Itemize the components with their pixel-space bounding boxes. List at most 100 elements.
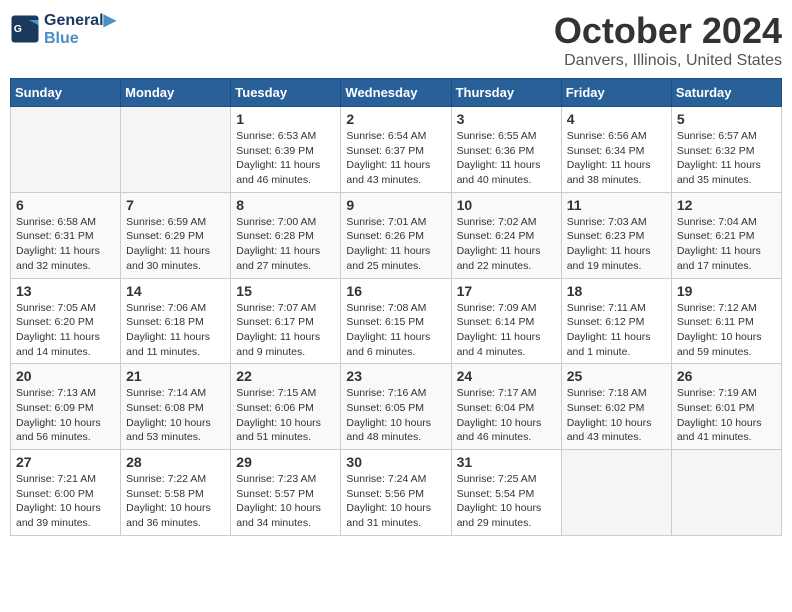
calendar-week-row: 13 Sunrise: 7:05 AM Sunset: 6:20 PM Dayli… <box>11 278 782 364</box>
cell-info: Sunrise: 7:24 AM Sunset: 5:56 PM Dayligh… <box>346 472 445 531</box>
calendar-cell: 16Sunrise: 7:08 AM Sunset: 6:15 PM Dayli… <box>341 278 451 364</box>
calendar-cell: 25 Sunrise: 7:18 AM Sunset: 6:02 PM Dayli… <box>561 364 671 450</box>
cell-info: Sunrise: 7:22 AM Sunset: 5:58 PM Dayligh… <box>126 472 225 531</box>
day-number: 22 <box>236 368 335 384</box>
calendar-cell: 3 Sunrise: 6:55 AM Sunset: 6:36 PM Daylig… <box>451 107 561 193</box>
logo-text: General▶ Blue <box>44 10 116 48</box>
day-number: 27 <box>16 454 115 470</box>
cell-info: Sunrise: 7:23 AM Sunset: 5:57 PM Dayligh… <box>236 472 335 531</box>
calendar-cell: 22 Sunrise: 7:15 AM Sunset: 6:06 PM Dayli… <box>231 364 341 450</box>
calendar-cell <box>121 107 231 193</box>
calendar-cell: 30 Sunrise: 7:24 AM Sunset: 5:56 PM Dayli… <box>341 450 451 536</box>
day-number: 21 <box>126 368 225 384</box>
day-number: 16 <box>346 283 445 299</box>
weekday-header: Saturday <box>671 79 781 107</box>
day-number: 18 <box>567 283 666 299</box>
calendar-cell: 5Sunrise: 6:57 AM Sunset: 6:32 PM Daylig… <box>671 107 781 193</box>
cell-info: Sunrise: 7:01 AM Sunset: 6:26 PM Dayligh… <box>346 215 445 274</box>
cell-info: Sunrise: 7:19 AM Sunset: 6:01 PM Dayligh… <box>677 386 776 445</box>
weekday-header: Tuesday <box>231 79 341 107</box>
day-number: 3 <box>457 111 556 127</box>
cell-info: Sunrise: 7:21 AM Sunset: 6:00 PM Dayligh… <box>16 472 115 531</box>
calendar-week-row: 27 Sunrise: 7:21 AM Sunset: 6:00 PM Dayli… <box>11 450 782 536</box>
calendar-cell: 13 Sunrise: 7:05 AM Sunset: 6:20 PM Dayli… <box>11 278 121 364</box>
calendar-cell: 21 Sunrise: 7:14 AM Sunset: 6:08 PM Dayli… <box>121 364 231 450</box>
day-number: 15 <box>236 283 335 299</box>
calendar-week-row: 1 Sunrise: 6:53 AM Sunset: 6:39 PM Daylig… <box>11 107 782 193</box>
cell-info: Sunrise: 7:06 AM Sunset: 6:18 PM Dayligh… <box>126 301 225 360</box>
cell-info: Sunrise: 7:11 AM Sunset: 6:12 PM Dayligh… <box>567 301 666 360</box>
calendar-cell: 1 Sunrise: 6:53 AM Sunset: 6:39 PM Daylig… <box>231 107 341 193</box>
day-number: 5 <box>677 111 776 127</box>
day-number: 13 <box>16 283 115 299</box>
calendar-cell: 27 Sunrise: 7:21 AM Sunset: 6:00 PM Dayli… <box>11 450 121 536</box>
cell-info: Sunrise: 6:58 AM Sunset: 6:31 PM Dayligh… <box>16 215 115 274</box>
calendar-cell: 14 Sunrise: 7:06 AM Sunset: 6:18 PM Dayli… <box>121 278 231 364</box>
day-number: 19 <box>677 283 776 299</box>
cell-info: Sunrise: 7:16 AM Sunset: 6:05 PM Dayligh… <box>346 386 445 445</box>
day-number: 6 <box>16 197 115 213</box>
calendar-cell: 6 Sunrise: 6:58 AM Sunset: 6:31 PM Daylig… <box>11 192 121 278</box>
day-number: 29 <box>236 454 335 470</box>
day-number: 28 <box>126 454 225 470</box>
logo-icon: G <box>10 14 40 44</box>
cell-info: Sunrise: 6:54 AM Sunset: 6:37 PM Dayligh… <box>346 129 445 188</box>
calendar-cell: 10Sunrise: 7:02 AM Sunset: 6:24 PM Dayli… <box>451 192 561 278</box>
day-number: 30 <box>346 454 445 470</box>
cell-info: Sunrise: 6:59 AM Sunset: 6:29 PM Dayligh… <box>126 215 225 274</box>
day-number: 26 <box>677 368 776 384</box>
cell-info: Sunrise: 6:53 AM Sunset: 6:39 PM Dayligh… <box>236 129 335 188</box>
calendar-cell: 23Sunrise: 7:16 AM Sunset: 6:05 PM Dayli… <box>341 364 451 450</box>
cell-info: Sunrise: 7:07 AM Sunset: 6:17 PM Dayligh… <box>236 301 335 360</box>
calendar-cell: 4 Sunrise: 6:56 AM Sunset: 6:34 PM Daylig… <box>561 107 671 193</box>
page-header: G General▶ Blue October 2024 Danvers, Il… <box>10 10 782 70</box>
calendar-cell: 26 Sunrise: 7:19 AM Sunset: 6:01 PM Dayli… <box>671 364 781 450</box>
day-number: 1 <box>236 111 335 127</box>
day-number: 2 <box>346 111 445 127</box>
weekday-header: Sunday <box>11 79 121 107</box>
day-number: 24 <box>457 368 556 384</box>
calendar-cell: 8Sunrise: 7:00 AM Sunset: 6:28 PM Daylig… <box>231 192 341 278</box>
weekday-header: Thursday <box>451 79 561 107</box>
day-number: 4 <box>567 111 666 127</box>
weekday-header-row: SundayMondayTuesdayWednesdayThursdayFrid… <box>11 79 782 107</box>
day-number: 8 <box>236 197 335 213</box>
day-number: 25 <box>567 368 666 384</box>
cell-info: Sunrise: 6:56 AM Sunset: 6:34 PM Dayligh… <box>567 129 666 188</box>
day-number: 31 <box>457 454 556 470</box>
cell-info: Sunrise: 7:18 AM Sunset: 6:02 PM Dayligh… <box>567 386 666 445</box>
day-number: 12 <box>677 197 776 213</box>
calendar-cell: 29 Sunrise: 7:23 AM Sunset: 5:57 PM Dayli… <box>231 450 341 536</box>
calendar-cell: 18 Sunrise: 7:11 AM Sunset: 6:12 PM Dayli… <box>561 278 671 364</box>
weekday-header: Friday <box>561 79 671 107</box>
cell-info: Sunrise: 7:09 AM Sunset: 6:14 PM Dayligh… <box>457 301 556 360</box>
cell-info: Sunrise: 6:55 AM Sunset: 6:36 PM Dayligh… <box>457 129 556 188</box>
cell-info: Sunrise: 7:13 AM Sunset: 6:09 PM Dayligh… <box>16 386 115 445</box>
day-number: 14 <box>126 283 225 299</box>
calendar-cell: 2 Sunrise: 6:54 AM Sunset: 6:37 PM Daylig… <box>341 107 451 193</box>
calendar-week-row: 6 Sunrise: 6:58 AM Sunset: 6:31 PM Daylig… <box>11 192 782 278</box>
logo: G General▶ Blue <box>10 10 116 48</box>
calendar-cell: 19Sunrise: 7:12 AM Sunset: 6:11 PM Dayli… <box>671 278 781 364</box>
calendar-cell <box>671 450 781 536</box>
title-area: October 2024 Danvers, Illinois, United S… <box>554 10 782 70</box>
location-title: Danvers, Illinois, United States <box>554 52 782 70</box>
cell-info: Sunrise: 7:17 AM Sunset: 6:04 PM Dayligh… <box>457 386 556 445</box>
day-number: 10 <box>457 197 556 213</box>
calendar-cell: 12Sunrise: 7:04 AM Sunset: 6:21 PM Dayli… <box>671 192 781 278</box>
day-number: 7 <box>126 197 225 213</box>
calendar-cell: 28 Sunrise: 7:22 AM Sunset: 5:58 PM Dayli… <box>121 450 231 536</box>
calendar-table: SundayMondayTuesdayWednesdayThursdayFrid… <box>10 78 782 536</box>
calendar-cell: 11Sunrise: 7:03 AM Sunset: 6:23 PM Dayli… <box>561 192 671 278</box>
svg-text:G: G <box>14 23 22 35</box>
cell-info: Sunrise: 7:15 AM Sunset: 6:06 PM Dayligh… <box>236 386 335 445</box>
cell-info: Sunrise: 7:05 AM Sunset: 6:20 PM Dayligh… <box>16 301 115 360</box>
day-number: 9 <box>346 197 445 213</box>
cell-info: Sunrise: 7:14 AM Sunset: 6:08 PM Dayligh… <box>126 386 225 445</box>
calendar-cell <box>561 450 671 536</box>
calendar-cell: 7 Sunrise: 6:59 AM Sunset: 6:29 PM Daylig… <box>121 192 231 278</box>
calendar-cell: 24 Sunrise: 7:17 AM Sunset: 6:04 PM Dayli… <box>451 364 561 450</box>
day-number: 20 <box>16 368 115 384</box>
calendar-cell: 15 Sunrise: 7:07 AM Sunset: 6:17 PM Dayli… <box>231 278 341 364</box>
month-title: October 2024 <box>554 10 782 52</box>
